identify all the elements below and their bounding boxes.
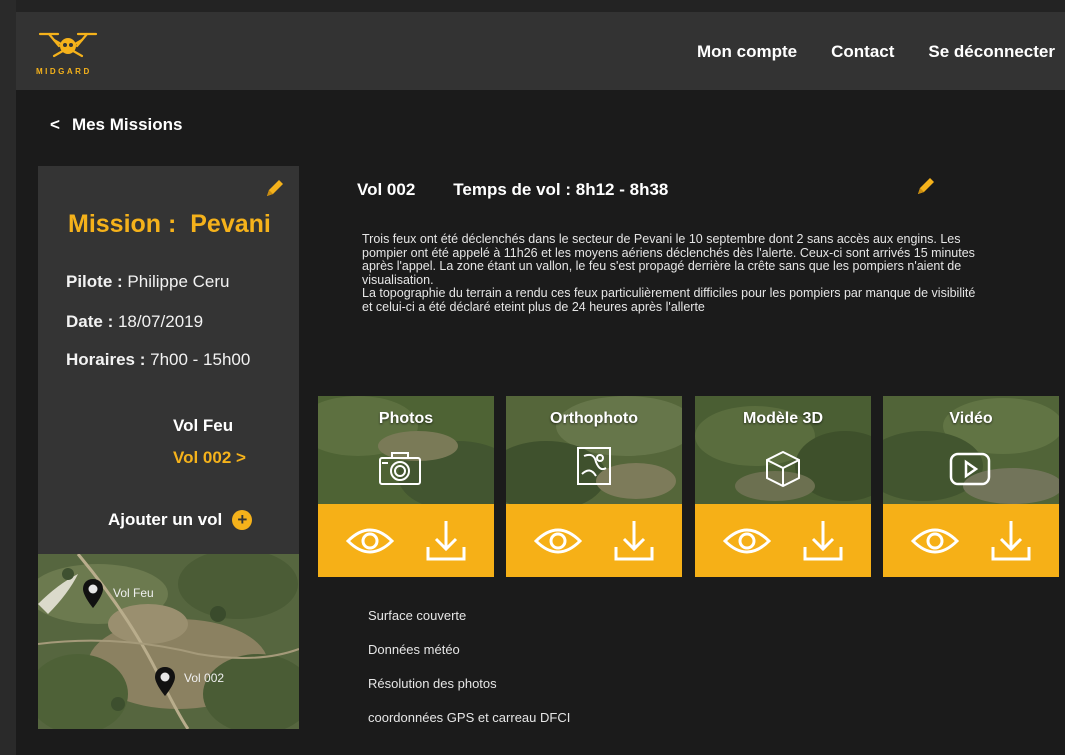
stat-surface: Surface couverte bbox=[368, 608, 467, 623]
download-icon[interactable] bbox=[803, 519, 843, 563]
flight-description: Trois feux ont été déclenchés dans le se… bbox=[362, 232, 982, 315]
card-actions bbox=[883, 504, 1059, 577]
card-3d-model: Modèle 3D bbox=[695, 396, 871, 577]
hours-value: 7h00 - 15h00 bbox=[150, 350, 251, 369]
mission-title-name: Pevani bbox=[190, 210, 271, 238]
date-label: Date : bbox=[66, 312, 114, 331]
card-title: Photos bbox=[378, 410, 434, 427]
download-icon[interactable] bbox=[426, 519, 466, 563]
stat-weather: Données météo bbox=[368, 642, 460, 657]
header: MIDGARD Mon compte Contact Se déconnecte… bbox=[16, 12, 1065, 90]
card-actions bbox=[695, 504, 871, 577]
plus-circle-icon: + bbox=[232, 510, 253, 530]
date-line: Date : 18/07/2019 bbox=[66, 312, 203, 332]
nav-logout[interactable]: Se déconnecter bbox=[928, 42, 1055, 62]
pilot-value: Philippe Ceru bbox=[127, 272, 230, 291]
view-eye-icon[interactable] bbox=[534, 525, 582, 557]
mission-title: Mission : Pevani bbox=[68, 210, 271, 239]
nav-contact[interactable]: Contact bbox=[831, 42, 894, 62]
flight-link-vol-002[interactable]: Vol 002 > bbox=[173, 448, 246, 468]
download-icon[interactable] bbox=[991, 519, 1031, 563]
card-thumbnail: Vidéo bbox=[883, 396, 1059, 504]
hours-label: Horaires : bbox=[66, 350, 146, 369]
date-value: 18/07/2019 bbox=[117, 312, 204, 331]
pilot-label: Pilote : bbox=[66, 272, 123, 291]
breadcrumb-label: Mes Missions bbox=[71, 115, 183, 134]
card-title: Orthophoto bbox=[550, 410, 638, 427]
flight-description-paragraph-1: Trois feux ont été déclenchés dans le se… bbox=[362, 232, 975, 287]
card-title: Vidéo bbox=[949, 410, 993, 427]
view-eye-icon[interactable] bbox=[723, 525, 771, 557]
stat-gps-dfci: coordonnées GPS et carreau DFCI bbox=[368, 710, 571, 725]
card-thumbnail: Orthophoto bbox=[506, 396, 682, 504]
hours-line: Horaires : 7h00 - 15h00 bbox=[66, 350, 250, 370]
add-flight-button[interactable]: Ajouter un vol + bbox=[108, 510, 253, 530]
map-pin-icon[interactable] bbox=[82, 578, 104, 610]
download-icon[interactable] bbox=[614, 519, 654, 563]
edit-pencil-icon[interactable] bbox=[914, 176, 936, 203]
map-marker-label-vol-feu: Vol Feu bbox=[113, 586, 154, 600]
left-edge bbox=[0, 0, 16, 755]
card-photos: Photos bbox=[318, 396, 494, 577]
midgard-logo[interactable]: MIDGARD bbox=[34, 26, 114, 82]
nav-my-account[interactable]: Mon compte bbox=[697, 42, 797, 62]
flight-stats-list: Surface couverte Données météo Résolutio… bbox=[368, 608, 570, 744]
mission-map[interactable]: Vol Feu Vol 002 bbox=[38, 554, 299, 729]
add-flight-label: Ajouter un vol bbox=[108, 510, 223, 529]
stat-photo-resolution: Résolution des photos bbox=[368, 676, 497, 691]
top-edge bbox=[0, 0, 1065, 12]
card-thumbnail: Photos bbox=[318, 396, 494, 504]
drone-skull-icon bbox=[38, 32, 98, 58]
card-orthophoto: Orthophoto bbox=[506, 396, 682, 577]
card-title: Modèle 3D bbox=[742, 410, 823, 427]
flight-link-vol-feu[interactable]: Vol Feu bbox=[173, 416, 233, 436]
flight-description-paragraph-2: La topographie du terrain a rendu ces fe… bbox=[362, 286, 976, 314]
card-actions bbox=[318, 504, 494, 577]
brand-name: MIDGARD bbox=[36, 67, 92, 76]
edit-pencil-icon[interactable] bbox=[263, 178, 285, 205]
flight-duration: Temps de vol : 8h12 - 8h38 bbox=[453, 180, 669, 199]
map-marker-label-vol-002: Vol 002 bbox=[184, 671, 225, 685]
map-pin-icon[interactable] bbox=[154, 666, 176, 698]
card-actions bbox=[506, 504, 682, 577]
card-thumbnail: Modèle 3D bbox=[695, 396, 871, 504]
flight-name: Vol 002 bbox=[357, 180, 416, 199]
view-eye-icon[interactable] bbox=[911, 525, 959, 557]
flight-header: Vol 002 Temps de vol : 8h12 - 8h38 bbox=[357, 180, 668, 200]
breadcrumb-back[interactable]: < Mes Missions bbox=[50, 115, 182, 135]
card-video: Vidéo bbox=[883, 396, 1059, 577]
top-nav: Mon compte Contact Se déconnecter bbox=[697, 42, 1055, 62]
view-eye-icon[interactable] bbox=[346, 525, 394, 557]
mission-title-prefix: Mission : bbox=[68, 210, 177, 238]
satellite-map-image bbox=[38, 554, 299, 729]
mission-panel: Mission : Pevani Pilote : Philippe Ceru … bbox=[38, 166, 299, 554]
chevron-left-icon: < bbox=[50, 115, 60, 134]
pilot-line: Pilote : Philippe Ceru bbox=[66, 272, 229, 292]
